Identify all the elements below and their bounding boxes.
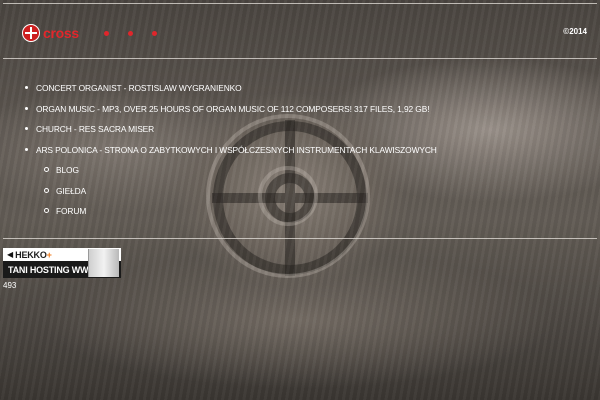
cross-circle-icon [22,24,40,42]
nav-subitem-blog[interactable]: BLOG [25,164,437,185]
dot-icon [104,31,109,36]
dot-icon [152,31,157,36]
hekko-logo-icon: ◀ [7,250,14,259]
main-nav: CONCERT ORGANIST - ROSTISLAW WYGRANIENKO… [25,82,437,226]
logo-text: cross [43,25,79,41]
banner-brand: HEKKO+ [15,249,52,260]
copyright: ©2014 [563,27,587,36]
decorative-dots [104,31,157,36]
nav-subitem-gielda[interactable]: GIEŁDA [25,185,437,206]
nav-item-ars-polonica[interactable]: ARS POLONICA - STRONA O ZABYTKOWYCH I WS… [25,144,437,165]
content-divider [3,238,597,239]
nav-item-church[interactable]: CHURCH - RES SACRA MISER [25,123,437,144]
nav-item-concert-organist[interactable]: CONCERT ORGANIST - ROSTISLAW WYGRANIENKO [25,82,437,103]
hekko-hosting-banner[interactable]: ◀ HEKKO+ TANI HOSTING WWW [3,248,121,278]
server-icon [88,249,119,277]
nav-item-organ-music[interactable]: ORGAN MUSIC - MP3, OVER 25 HOURS OF ORGA… [25,103,437,124]
header-divider [3,58,597,59]
top-divider [3,3,597,4]
visit-counter: 493 [3,281,17,290]
dot-icon [128,31,133,36]
nav-subitem-forum[interactable]: FORUM [25,205,437,226]
site-logo[interactable]: cross [22,24,79,42]
